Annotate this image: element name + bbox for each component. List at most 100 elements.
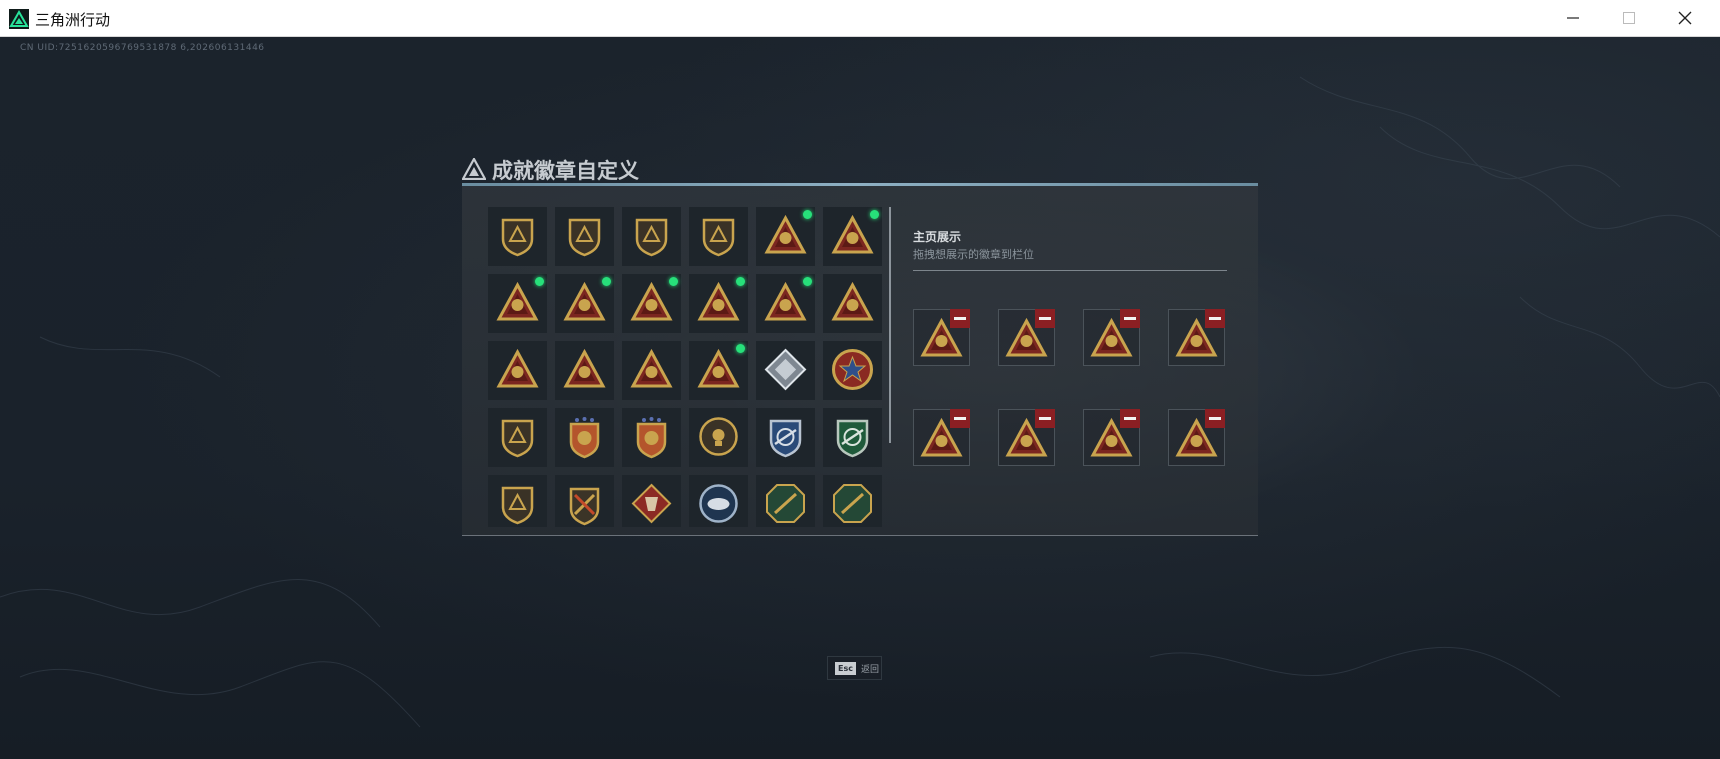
wolf-diamond-badge-icon xyxy=(631,483,672,524)
badge-cell[interactable] xyxy=(622,341,681,400)
badge-cell[interactable] xyxy=(823,475,882,527)
showcase-slot[interactable] xyxy=(998,409,1055,466)
badge-cell[interactable] xyxy=(756,274,815,333)
box-triangle-badge-icon xyxy=(563,348,606,388)
app-logo-icon xyxy=(9,9,29,29)
badge-cell[interactable] xyxy=(488,408,547,467)
badge-cell[interactable] xyxy=(488,207,547,266)
back-label: 返回 xyxy=(861,665,880,675)
showcase-title: 主页展示 xyxy=(913,230,962,244)
badge-cell[interactable] xyxy=(823,408,882,467)
badge-cell[interactable] xyxy=(622,408,681,467)
badge-cell[interactable] xyxy=(823,274,882,333)
showcase-subtitle: 拖拽想展示的徽章到栏位 xyxy=(913,248,1034,261)
skull-round-badge-icon xyxy=(699,417,738,456)
showcase-slot[interactable] xyxy=(1083,409,1140,466)
badge-cell[interactable] xyxy=(488,475,547,527)
new-indicator-dot xyxy=(669,277,678,286)
badge-cell[interactable] xyxy=(555,475,614,527)
sword-crest-badge-icon xyxy=(569,487,600,526)
remove-badge-button[interactable] xyxy=(950,309,970,328)
remove-badge-button[interactable] xyxy=(1120,309,1140,328)
remove-badge-button[interactable] xyxy=(950,409,970,428)
showcase-slot[interactable] xyxy=(1168,309,1225,366)
fist-shield-badge-icon xyxy=(501,419,534,458)
skull-triangle-badge-icon xyxy=(764,214,807,254)
badge-cell[interactable] xyxy=(689,341,748,400)
new-indicator-dot xyxy=(803,210,812,219)
badge-cell[interactable] xyxy=(555,274,614,333)
maximize-button[interactable] xyxy=(1602,0,1658,37)
dialog-accent-line xyxy=(462,183,1258,186)
new-indicator-dot xyxy=(736,277,745,286)
backpack-triangle-badge-icon xyxy=(496,281,539,321)
wing-shield-badge-icon xyxy=(769,419,802,458)
badge-cell[interactable] xyxy=(488,341,547,400)
document-triangle-badge-icon xyxy=(697,281,740,321)
badge-cell[interactable] xyxy=(756,475,815,527)
crate-triangle-badge-icon xyxy=(563,281,606,321)
crest-stars-badge-icon xyxy=(569,417,600,459)
robot-triangle-badge-icon xyxy=(764,281,807,321)
shield-triangle-badge-icon xyxy=(501,218,534,257)
badge-cell[interactable] xyxy=(689,408,748,467)
new-indicator-dot xyxy=(803,277,812,286)
rocket-triangle-badge-icon xyxy=(697,348,740,388)
esc-key: Esc xyxy=(835,662,856,675)
showcase-slot[interactable] xyxy=(1168,409,1225,466)
badge-grid[interactable] xyxy=(488,207,886,527)
showcase-slot[interactable] xyxy=(913,409,970,466)
cube-diamond-badge-icon xyxy=(764,348,807,391)
badge-cell[interactable] xyxy=(488,274,547,333)
badge-cell[interactable] xyxy=(689,207,748,266)
remove-badge-button[interactable] xyxy=(1205,309,1225,328)
remove-badge-button[interactable] xyxy=(1205,409,1225,428)
remove-badge-button[interactable] xyxy=(1120,409,1140,428)
badge-cell[interactable] xyxy=(689,274,748,333)
badge-cell[interactable] xyxy=(689,475,748,527)
badge-cell[interactable] xyxy=(756,341,815,400)
number-one-triangle-badge-icon xyxy=(496,348,539,388)
star-medal-badge-icon xyxy=(832,349,873,390)
compass-shield-badge-icon xyxy=(501,486,534,525)
badge-cell[interactable] xyxy=(555,207,614,266)
remove-badge-button[interactable] xyxy=(1035,409,1055,428)
new-indicator-dot xyxy=(870,210,879,219)
badge-cell[interactable] xyxy=(823,207,882,266)
crest-stars-2-badge-icon xyxy=(636,417,667,459)
minimize-icon xyxy=(1567,17,1579,19)
showcase-slot[interactable] xyxy=(998,309,1055,366)
badge-cell[interactable] xyxy=(823,341,882,400)
window-title: 三角洲行动 xyxy=(35,11,111,29)
showcase-divider xyxy=(913,270,1227,271)
badge-cell[interactable] xyxy=(555,341,614,400)
badge-cell[interactable] xyxy=(756,408,815,467)
minimize-button[interactable] xyxy=(1546,0,1602,37)
eagle-round-badge-icon xyxy=(699,484,738,523)
uid-label: CN UID:7251620596769531878 6,20260613144… xyxy=(20,43,265,53)
showcase-slot[interactable] xyxy=(1083,309,1140,366)
new-indicator-dot xyxy=(602,277,611,286)
window-title-bar: 三角洲行动 xyxy=(0,0,1720,37)
badge-cell[interactable] xyxy=(756,207,815,266)
badge-cell[interactable] xyxy=(622,475,681,527)
close-button[interactable] xyxy=(1658,0,1714,37)
showcase-slot[interactable] xyxy=(913,309,970,366)
helmet-triangle-badge-icon xyxy=(831,281,874,321)
maximize-icon xyxy=(1623,12,1635,24)
vest-triangle-badge-icon xyxy=(630,281,673,321)
crossbones-triangle-badge-icon xyxy=(831,214,874,254)
badge-customize-dialog: 主页展示 拖拽想展示的徽章到栏位 xyxy=(462,183,1258,536)
helicopter-badge-icon xyxy=(568,218,601,257)
remove-badge-button[interactable] xyxy=(1035,309,1055,328)
badge-cell[interactable] xyxy=(555,408,614,467)
close-icon xyxy=(1678,11,1692,25)
badge-cell[interactable] xyxy=(622,274,681,333)
gun-octagon-badge-icon xyxy=(833,484,872,523)
dialog-title: 成就徽章自定义 xyxy=(492,159,639,183)
badge-grid-scrollbar[interactable] xyxy=(889,207,891,443)
new-indicator-dot xyxy=(535,277,544,286)
badge-cell[interactable] xyxy=(622,207,681,266)
back-hint[interactable]: Esc 返回 xyxy=(827,656,882,680)
arrow-emblem-badge-icon xyxy=(702,218,735,257)
